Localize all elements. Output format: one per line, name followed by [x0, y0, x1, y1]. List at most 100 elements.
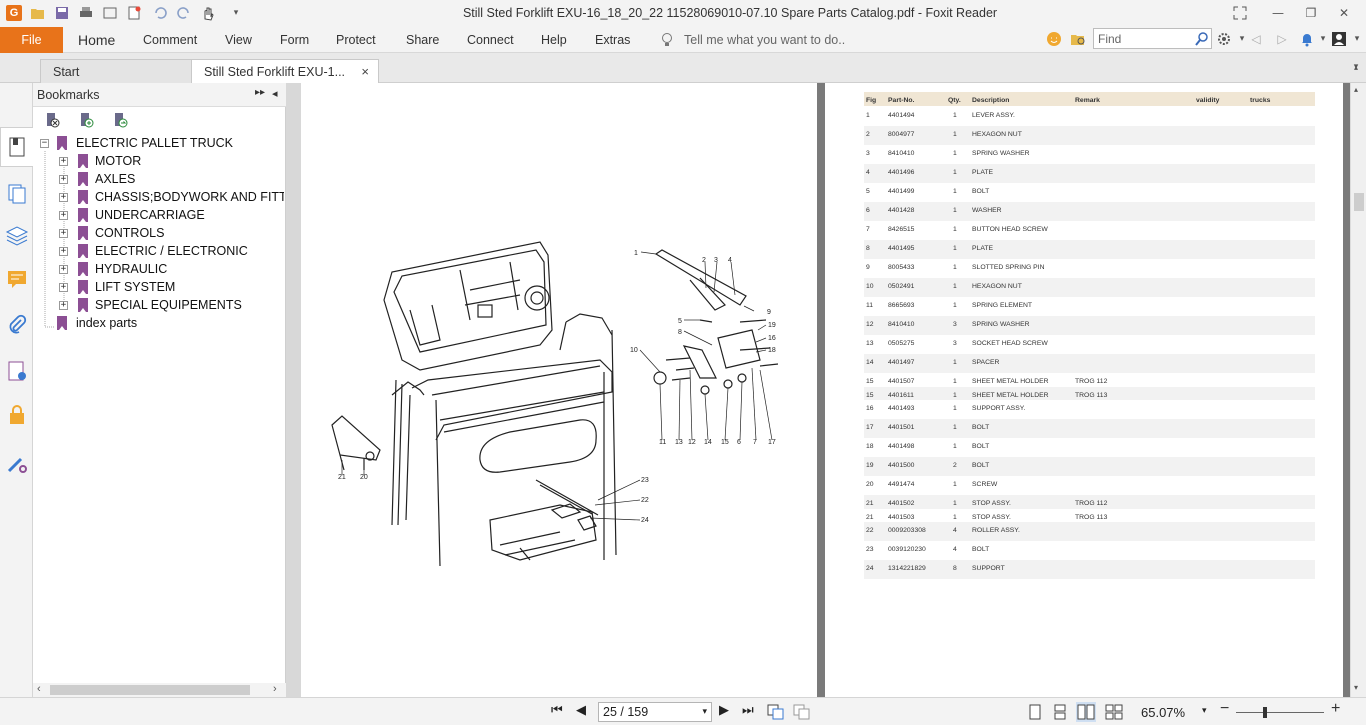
tab-help[interactable]: Help [541, 27, 567, 53]
bookmarks-horizontal-scrollbar[interactable]: ‹ › [33, 683, 286, 697]
tab-comment[interactable]: Comment [143, 27, 197, 53]
bookmark-item-hydraulic[interactable]: HYDRAULIC [95, 260, 167, 278]
facing-pages-icon[interactable] [1076, 702, 1096, 722]
next-result-icon[interactable]: ▷ [1272, 29, 1292, 49]
zoom-level[interactable]: 65.07% [1141, 705, 1185, 720]
redo-icon[interactable] [176, 5, 192, 21]
notification-chevron-down-icon[interactable]: ▾ [1313, 29, 1333, 49]
expand-icon[interactable]: + [59, 211, 68, 220]
fullscreen-icon[interactable] [1232, 5, 1248, 21]
user-account-icon[interactable] [1331, 31, 1347, 47]
zoom-chevron-down-icon[interactable]: ▾ [1202, 705, 1207, 716]
bookmark-page-icon[interactable] [5, 135, 29, 159]
print-icon[interactable] [78, 5, 94, 21]
scroll-up-icon[interactable]: ▴ [1354, 85, 1358, 94]
bookmark-item-axles[interactable]: AXLES [95, 170, 135, 188]
zoom-slider[interactable] [1236, 712, 1324, 713]
expand-panel-icon[interactable]: ▸▸ [255, 87, 265, 98]
close-tab-icon[interactable]: × [361, 60, 369, 84]
expand-icon[interactable]: + [59, 265, 68, 274]
comments-icon[interactable] [5, 267, 29, 291]
previous-view-icon[interactable] [767, 704, 785, 720]
expand-icon[interactable]: + [59, 175, 68, 184]
customize-toolbar-icon[interactable]: ▾ [226, 3, 246, 23]
foxit-logo-icon[interactable]: G [6, 5, 22, 21]
bookmark-item-chassis[interactable]: CHASSIS;BODYWORK AND FITTINGS [95, 188, 284, 206]
bookmark-item-motor[interactable]: MOTOR [95, 152, 141, 170]
hand-tool-icon[interactable] [200, 5, 216, 21]
save-icon[interactable] [54, 5, 70, 21]
page-number-input[interactable]: 25 / 159 ▾ [598, 702, 712, 722]
restore-button[interactable]: ❐ [1301, 3, 1321, 23]
tab-active-document[interactable]: Still Sted Forklift EXU-1... × [191, 59, 379, 84]
single-page-icon[interactable] [1028, 704, 1042, 720]
tools-wand-icon[interactable] [5, 451, 29, 475]
continuous-facing-icon[interactable] [1105, 704, 1123, 720]
security-lock-icon[interactable] [5, 403, 29, 427]
close-window-button[interactable]: ✕ [1334, 3, 1354, 23]
bookmark-item-lift-system[interactable]: LIFT SYSTEM [95, 278, 175, 296]
expand-icon[interactable]: + [59, 157, 68, 166]
zoom-out-icon[interactable]: − [1220, 700, 1229, 718]
feedback-icon[interactable] [1046, 31, 1062, 47]
attachments-paperclip-icon[interactable] [5, 313, 29, 337]
last-page-icon[interactable]: ⏭ [742, 703, 754, 718]
search-settings-gear-icon[interactable] [1216, 31, 1232, 47]
add-bookmark-icon[interactable] [77, 111, 95, 129]
bookmark-item-special-equipements[interactable]: SPECIAL EQUIPEMENTS [95, 296, 242, 314]
previous-result-icon[interactable]: ◁ [1246, 29, 1266, 49]
expand-icon[interactable]: + [59, 301, 68, 310]
signatures-icon[interactable] [5, 359, 29, 383]
tab-view[interactable]: View [225, 27, 252, 53]
collapse-panel-icon[interactable]: ◂ [272, 87, 278, 100]
tab-home[interactable]: Home [78, 27, 115, 53]
delete-bookmark-icon[interactable] [43, 111, 61, 129]
first-page-icon[interactable]: ⏮ [551, 703, 563, 718]
open-folder-icon[interactable] [30, 5, 46, 21]
find-search-icon[interactable] [1194, 31, 1210, 47]
bookmark-item-controls[interactable]: CONTROLS [95, 224, 164, 242]
zoom-slider-thumb[interactable] [1263, 707, 1268, 718]
bookmark-root[interactable]: ELECTRIC PALLET TRUCK [76, 134, 233, 152]
scrollbar-thumb[interactable] [1354, 193, 1364, 211]
tab-extras[interactable]: Extras [595, 27, 630, 53]
page-thumbnails-icon[interactable] [5, 181, 29, 205]
next-view-icon[interactable] [793, 704, 811, 720]
panel-splitter[interactable] [286, 83, 301, 697]
expand-icon[interactable]: + [59, 247, 68, 256]
bookmark-index-parts[interactable]: index parts [76, 314, 137, 332]
layers-icon[interactable] [5, 223, 29, 247]
scrollbar-thumb[interactable] [50, 685, 250, 695]
expand-icon[interactable]: + [59, 229, 68, 238]
document-vertical-scrollbar[interactable]: ▴ ▴ ▾ [1350, 63, 1366, 697]
tab-share[interactable]: Share [406, 27, 439, 53]
add-child-bookmark-icon[interactable] [111, 111, 129, 129]
scroll-left-icon[interactable]: ‹ [37, 683, 41, 695]
collapse-root-icon[interactable]: − [40, 139, 49, 148]
previous-page-icon[interactable]: ◀ [576, 703, 586, 718]
page-chevron-down-icon[interactable]: ▾ [702, 706, 707, 717]
zoom-in-icon[interactable]: + [1331, 700, 1340, 718]
scroll-up-top-icon[interactable]: ▴ [1354, 63, 1358, 72]
undo-icon[interactable] [152, 5, 168, 21]
next-page-icon[interactable]: ▶ [719, 703, 729, 718]
minimize-button[interactable]: — [1268, 3, 1288, 23]
tab-file[interactable]: File [0, 27, 63, 53]
bookmark-item-electric[interactable]: ELECTRIC / ELECTRONIC [95, 242, 248, 260]
expand-icon[interactable]: + [59, 283, 68, 292]
scroll-down-icon[interactable]: ▾ [1354, 683, 1358, 692]
tab-connect[interactable]: Connect [467, 27, 514, 53]
properties-icon[interactable] [102, 5, 118, 21]
cell-qty: 1 [953, 169, 957, 176]
continuous-page-icon[interactable] [1053, 704, 1067, 720]
bookmark-item-undercarriage[interactable]: UNDERCARRIAGE [95, 206, 205, 224]
tab-protect[interactable]: Protect [336, 27, 376, 53]
tab-start[interactable]: Start [40, 59, 192, 84]
account-chevron-down-icon[interactable]: ▾ [1347, 29, 1366, 49]
new-document-icon[interactable] [126, 5, 142, 21]
tell-me-search[interactable]: Tell me what you want to do.. [684, 27, 845, 53]
search-folder-icon[interactable] [1070, 31, 1087, 47]
expand-icon[interactable]: + [59, 193, 68, 202]
scroll-right-icon[interactable]: › [273, 683, 277, 695]
tab-form[interactable]: Form [280, 27, 309, 53]
